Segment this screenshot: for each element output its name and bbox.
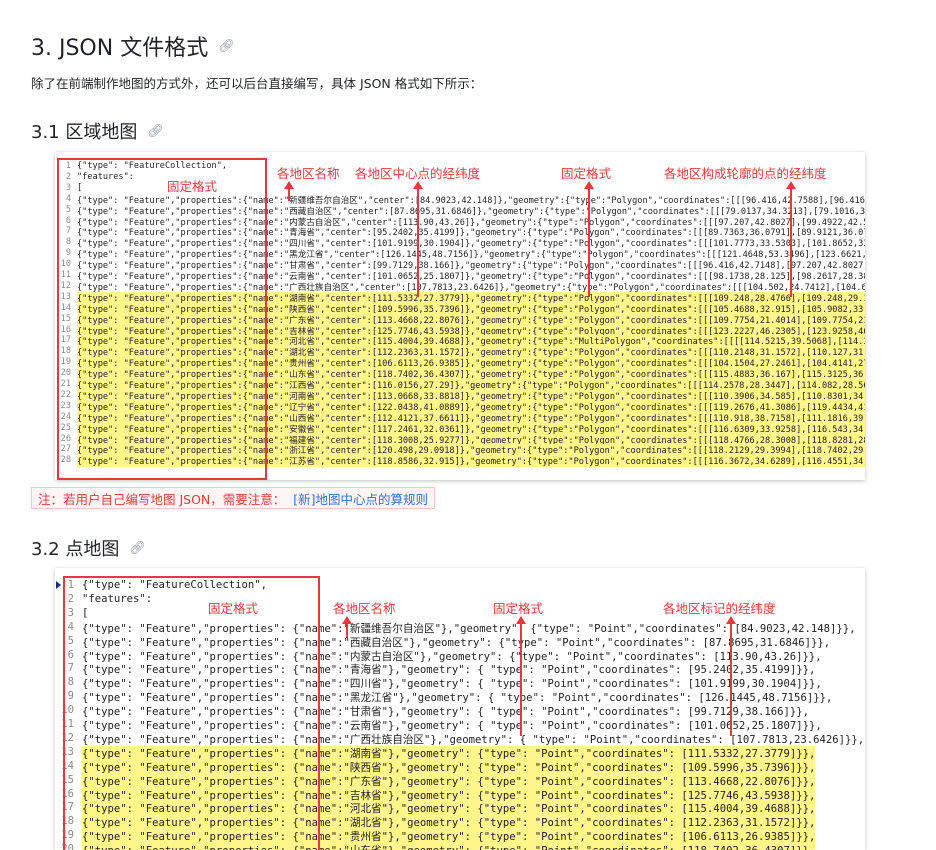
arrow-up-icon [284, 181, 294, 189]
subsection-title-text: 3.1 区域地图 [31, 122, 138, 143]
annotation-region-name: 各地区名称 [333, 601, 396, 616]
center-rule-link[interactable]: [新]地图中心点的算规则 [293, 489, 428, 508]
annotation-outline-coords: 各地区构成轮廓的点的经纬度 [664, 166, 827, 181]
arrow-up-icon [584, 181, 594, 189]
region-map-code-screenshot: 1 {"type": "FeatureCollection", 2 "features… [55, 152, 865, 480]
arrow-up-icon [413, 181, 423, 189]
link-anchor-icon[interactable]: 🔗︎ [129, 541, 146, 556]
point-map-code-screenshot: 1 {"type": "FeatureCollection", 2 "features… [55, 568, 865, 850]
annotation-fixed-format: 固定格式 [208, 601, 259, 616]
annotation-line [588, 185, 590, 297]
arrow-up-icon [786, 181, 796, 189]
annotation-fixed-format-2: 固定格式 [493, 601, 544, 616]
section-title: 3. JSON 文件格式 🔗︎ [31, 30, 235, 62]
annotation-fixed-format: 固定格式 [167, 179, 218, 194]
intro-paragraph: 除了在前端制作地图的方式外，还可以后台直接编写，具体 JSON 格式如下所示： [31, 76, 483, 91]
link-anchor-icon[interactable]: 🔗︎ [218, 39, 235, 54]
section-title-text: 3. JSON 文件格式 [31, 36, 209, 61]
annotation-region-name: 各地区名称 [277, 166, 340, 181]
annotation-line [790, 185, 792, 297]
fixed-format-box [57, 158, 267, 480]
subsection-title-region: 3.1 区域地图 🔗︎ [31, 118, 164, 144]
annotation-line [520, 620, 522, 736]
note-banner: 注：若用户自己编写地图 JSON，需要注意： [新]地图中心点的算规则 [31, 487, 436, 509]
subsection-title-text: 3.2 点地图 [31, 539, 120, 560]
annotation-center-coords: 各地区中心点的经纬度 [355, 166, 481, 181]
annotation-fixed-format-2: 固定格式 [561, 166, 612, 181]
arrow-up-icon [726, 616, 736, 624]
subsection-title-point: 3.2 点地图 🔗︎ [31, 535, 146, 561]
annotation-line [417, 185, 419, 297]
note-warning-text: 注：若用户自己编写地图 JSON，需要注意： [38, 491, 286, 507]
arrow-up-icon [516, 616, 526, 624]
annotation-line [730, 620, 732, 736]
arrow-up-icon [342, 616, 352, 624]
link-anchor-icon[interactable]: 🔗︎ [147, 124, 164, 139]
fixed-format-box [63, 576, 320, 850]
annotation-marker-coords: 各地区标记的经纬度 [663, 601, 776, 616]
